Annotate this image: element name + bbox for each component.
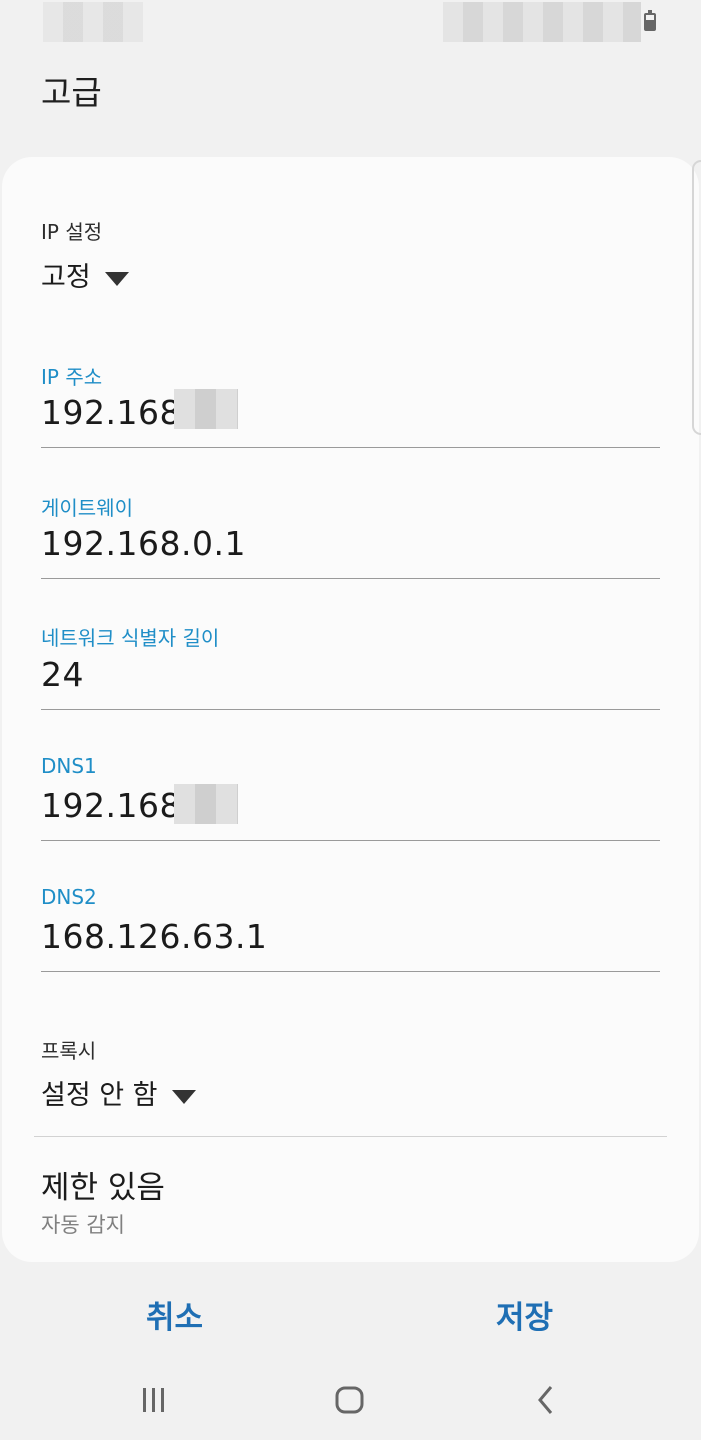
dropdown-arrow-icon bbox=[171, 1089, 196, 1104]
cancel-button[interactable]: 취소 bbox=[146, 1292, 203, 1337]
page-title: 고급 bbox=[41, 73, 102, 112]
ip-settings-value: 고정 bbox=[41, 262, 91, 293]
status-bar bbox=[0, 0, 701, 48]
ip-settings-dropdown[interactable]: 고정 bbox=[41, 255, 129, 294]
dns1-underline bbox=[41, 840, 660, 841]
redacted-block bbox=[174, 389, 238, 429]
status-left-redacted bbox=[43, 2, 143, 42]
dns1-input[interactable]: 192.168. bbox=[41, 786, 192, 825]
prefix-length-label: 네트워크 식별자 길이 bbox=[41, 626, 220, 650]
dns1-label: DNS1 bbox=[41, 754, 97, 778]
dns2-underline bbox=[41, 971, 660, 972]
metered-subtitle: 자동 감지 bbox=[41, 1213, 125, 1237]
prefix-length-input[interactable]: 24 bbox=[41, 655, 84, 694]
ip-address-label: IP 주소 bbox=[41, 365, 103, 389]
recent-apps-icon[interactable] bbox=[140, 1378, 168, 1422]
prefix-length-underline bbox=[41, 709, 660, 710]
redacted-block bbox=[174, 784, 238, 824]
ip-address-underline bbox=[41, 447, 660, 448]
scroll-indicator[interactable] bbox=[692, 160, 701, 435]
back-icon[interactable] bbox=[535, 1378, 557, 1422]
metered-title: 제한 있음 bbox=[41, 1170, 165, 1206]
dns2-input[interactable]: 168.126.63.1 bbox=[41, 917, 267, 956]
gateway-input[interactable]: 192.168.0.1 bbox=[41, 524, 246, 563]
battery-icon bbox=[644, 10, 656, 32]
dropdown-arrow-icon bbox=[104, 271, 129, 286]
gateway-label: 게이트웨이 bbox=[41, 496, 133, 520]
save-button[interactable]: 저장 bbox=[496, 1292, 553, 1337]
ip-address-input[interactable]: 192.168. bbox=[41, 393, 192, 432]
dns2-label: DNS2 bbox=[41, 885, 97, 909]
proxy-label: 프록시 bbox=[41, 1039, 97, 1063]
ip-settings-label: IP 설정 bbox=[41, 220, 103, 244]
status-right-redacted bbox=[443, 2, 641, 42]
section-divider bbox=[34, 1136, 667, 1137]
proxy-dropdown[interactable]: 설정 안 함 bbox=[41, 1073, 196, 1112]
gateway-underline bbox=[41, 578, 660, 579]
metered-setting[interactable]: 제한 있음 자동 감지 bbox=[34, 1150, 667, 1250]
home-icon[interactable] bbox=[334, 1378, 366, 1422]
proxy-value: 설정 안 함 bbox=[41, 1080, 158, 1111]
